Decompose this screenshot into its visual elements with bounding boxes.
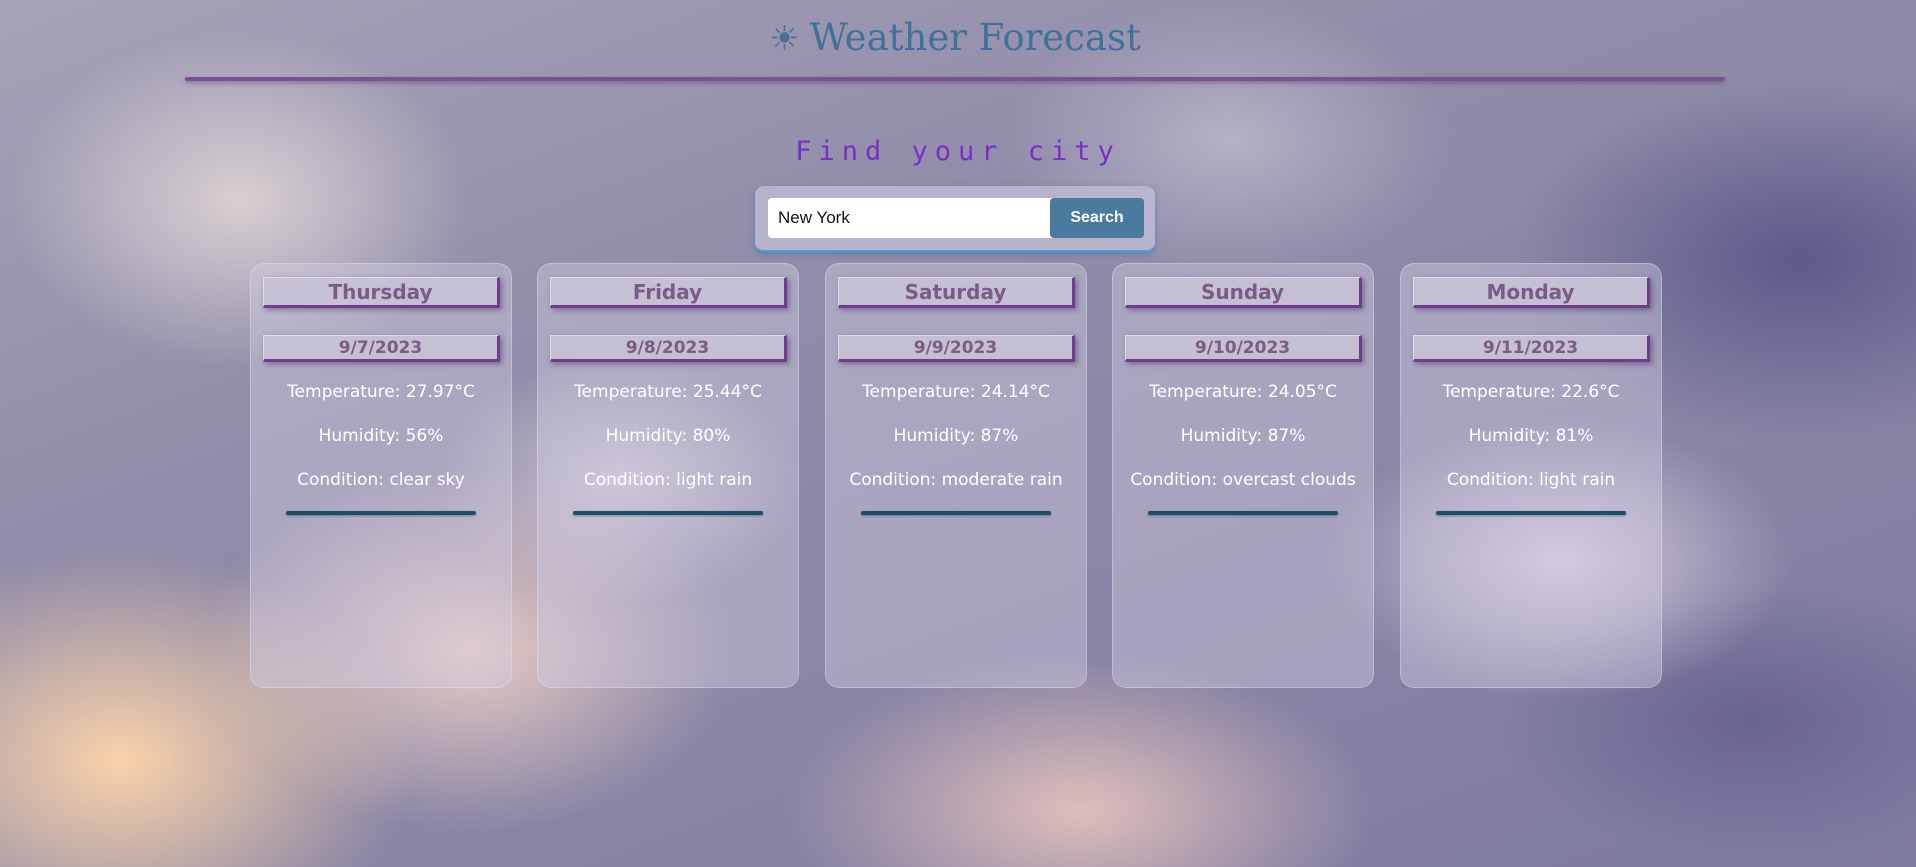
card-divider: [286, 511, 476, 515]
forecast-cards: Thursday 9/7/2023 Temperature: 27.97°C H…: [250, 263, 1662, 689]
forecast-day: Sunday: [1125, 277, 1362, 308]
forecast-condition: Condition: clear sky: [297, 470, 465, 490]
forecast-card: Sunday 9/10/2023 Temperature: 24.05°C Hu…: [1112, 263, 1374, 688]
city-search-input[interactable]: [768, 198, 1058, 238]
forecast-condition: Condition: light rain: [1446, 470, 1616, 490]
forecast-condition: Condition: moderate rain: [849, 470, 1063, 490]
forecast-temperature: Temperature: 22.6°C: [1442, 382, 1620, 402]
forecast-date: 9/10/2023: [1125, 335, 1362, 362]
forecast-card: Monday 9/11/2023 Temperature: 22.6°C Hum…: [1400, 263, 1662, 688]
card-divider: [861, 511, 1051, 515]
forecast-card: Friday 9/8/2023 Temperature: 25.44°C Hum…: [537, 263, 799, 688]
sun-icon: ☀: [769, 19, 800, 59]
forecast-date: 9/7/2023: [263, 335, 500, 362]
header-divider: [185, 77, 1725, 81]
page-title: ☀ Weather Forecast: [185, 16, 1725, 59]
forecast-condition: Condition: overcast clouds: [1130, 470, 1356, 490]
card-divider: [1436, 511, 1626, 515]
forecast-temperature: Temperature: 27.97°C: [287, 382, 475, 402]
forecast-humidity: Humidity: 87%: [893, 426, 1019, 446]
forecast-condition: Condition: light rain: [583, 470, 753, 490]
forecast-card: Saturday 9/9/2023 Temperature: 24.14°C H…: [825, 263, 1087, 688]
find-city-heading: Find your city: [795, 136, 1121, 167]
forecast-day: Thursday: [263, 277, 500, 308]
forecast-date: 9/9/2023: [838, 335, 1075, 362]
search-form: Search: [755, 186, 1155, 252]
forecast-humidity: Humidity: 87%: [1180, 426, 1306, 446]
forecast-card: Thursday 9/7/2023 Temperature: 27.97°C H…: [250, 263, 512, 688]
forecast-humidity: Humidity: 56%: [318, 426, 444, 446]
forecast-humidity: Humidity: 80%: [605, 426, 731, 446]
forecast-humidity: Humidity: 81%: [1468, 426, 1594, 446]
page-title-text: Weather Forecast: [809, 16, 1141, 59]
page-header: ☀ Weather Forecast: [185, 0, 1725, 82]
forecast-day: Friday: [550, 277, 787, 308]
forecast-temperature: Temperature: 24.14°C: [862, 382, 1050, 402]
search-button[interactable]: Search: [1050, 198, 1144, 238]
forecast-date: 9/8/2023: [550, 335, 787, 362]
card-divider: [573, 511, 763, 515]
forecast-day: Saturday: [838, 277, 1075, 308]
forecast-temperature: Temperature: 25.44°C: [574, 382, 762, 402]
forecast-day: Monday: [1413, 277, 1650, 308]
forecast-temperature: Temperature: 24.05°C: [1149, 382, 1337, 402]
forecast-date: 9/11/2023: [1413, 335, 1650, 362]
card-divider: [1148, 511, 1338, 515]
